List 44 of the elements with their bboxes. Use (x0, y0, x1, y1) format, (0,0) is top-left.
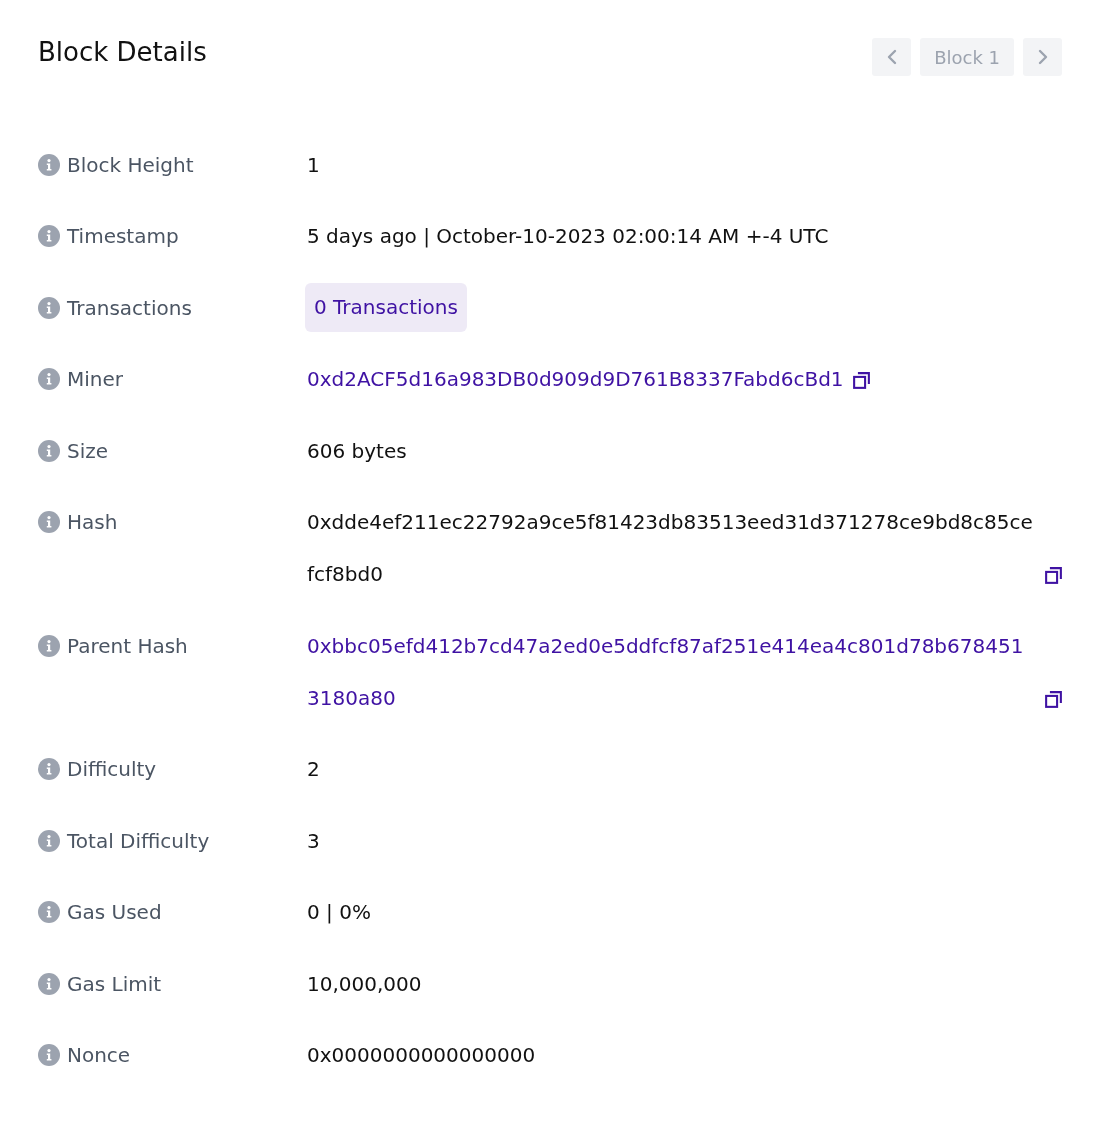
field-value: 3 (307, 827, 320, 855)
field-value: 1 (307, 151, 320, 179)
field-label: Block Height (67, 152, 194, 177)
info-icon[interactable] (38, 225, 60, 248)
transactions-badge[interactable]: 0 Transactions (305, 283, 467, 333)
value-link[interactable]: 0xbbc05efd412b7cd47a2ed0e5ddfcf87af251e414ea4c801d78b6784513180a80 (307, 619, 1036, 724)
info-icon[interactable] (38, 758, 60, 781)
info-icon[interactable] (38, 296, 60, 319)
field-label: Gas Limit (67, 971, 162, 996)
field-label: Parent Hash (67, 633, 188, 658)
info-icon[interactable] (38, 829, 60, 852)
info-icon[interactable] (38, 153, 60, 176)
info-icon[interactable] (38, 439, 60, 462)
chevron-left-icon (886, 49, 897, 65)
field-label: Miner (67, 367, 123, 392)
field-value: 5 days ago | October-10-2023 02:00:14 AM +-4 UTC (307, 223, 829, 251)
field-label: Timestamp (67, 224, 179, 249)
info-icon[interactable] (38, 511, 60, 534)
next-button[interactable] (1023, 38, 1062, 76)
info-icon[interactable] (38, 1044, 60, 1067)
field-value: 0x0000000000000000 (307, 1042, 536, 1070)
field-value: 0 | 0% (307, 899, 371, 927)
field-label: Total Difficulty (67, 828, 210, 853)
field-label: Nonce (67, 1043, 131, 1068)
field-value: 10,000,000 (307, 970, 422, 998)
field-value: 2 (307, 756, 320, 784)
copy-icon[interactable] (852, 372, 870, 390)
copy-icon[interactable] (1045, 567, 1062, 585)
info-icon[interactable] (38, 901, 60, 924)
page-title: Block Details (38, 36, 207, 68)
field-value: 606 bytes (307, 437, 407, 465)
copy-icon[interactable] (1045, 690, 1062, 708)
field-label: Hash (67, 510, 118, 535)
info-icon[interactable] (38, 634, 60, 657)
previous-button[interactable] (872, 38, 912, 76)
field-value: 0xdde4ef211ec22792a9ce5f81423db83513eed31d371278ce9bd8c85cefcf8bd0 (307, 509, 1034, 589)
field-label: Gas Used (67, 900, 162, 925)
chevron-right-icon (1037, 49, 1048, 65)
value-link[interactable]: 0xd2ACF5d16a983DB0d909d9D761B8337Fabd6cBd1 (307, 353, 844, 406)
field-label: Difficulty (67, 757, 157, 782)
info-icon[interactable] (38, 368, 60, 391)
info-icon[interactable] (38, 972, 60, 995)
field-label: Size (67, 438, 109, 463)
field-label: Transactions (67, 295, 192, 320)
